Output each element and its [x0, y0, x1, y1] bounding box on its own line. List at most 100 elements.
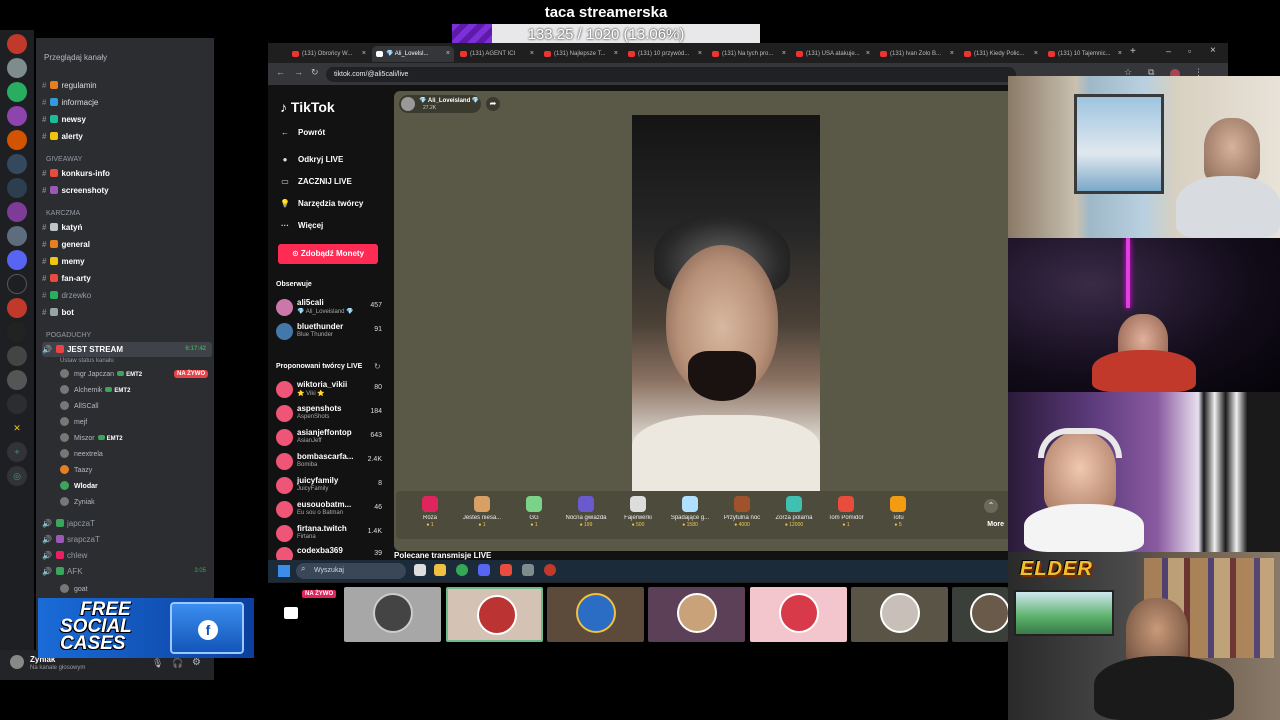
close-icon[interactable]: × — [866, 46, 870, 62]
taskbar-search[interactable]: Wyszukaj — [296, 563, 406, 579]
close-icon[interactable]: × — [362, 46, 366, 62]
voice-user[interactable]: mgr Japczan EMT2 — [60, 369, 142, 381]
refresh-icon[interactable]: ↻ — [374, 362, 381, 371]
avatar[interactable] — [10, 655, 24, 669]
browser-tab[interactable]: (131) Kiedy Polic... × — [960, 46, 1042, 62]
chat-icon[interactable] — [284, 607, 298, 619]
nav-more[interactable]: ··· Więcej — [278, 221, 323, 230]
address-bar[interactable]: tiktok.com/@ali5cali/live — [326, 67, 1016, 82]
server-icon[interactable] — [7, 82, 27, 102]
browser-tab[interactable]: (131) Ivan Zolo B... × — [876, 46, 958, 62]
close-icon[interactable]: × — [614, 46, 618, 62]
stream-card[interactable] — [851, 587, 948, 642]
voice-user[interactable]: goat — [60, 584, 88, 596]
following-creator[interactable]: bluethunder Blue Thunder 91 — [276, 321, 382, 343]
windows-start-icon[interactable] — [278, 565, 290, 577]
suggested-creator[interactable]: eusouobatm... Eu sou o Batman 46 — [276, 499, 382, 521]
gift-item[interactable]: Tofu ● 5 — [870, 496, 926, 528]
stream-card[interactable] — [344, 587, 441, 642]
channel-status[interactable]: Ustaw status kanału — [60, 355, 114, 367]
gift-item[interactable]: Róża ● 1 — [402, 496, 458, 528]
voice-channel-japczat[interactable]: 🔊 japczaT — [42, 516, 212, 531]
voice-user[interactable]: Wlodar — [60, 481, 98, 493]
channel-memy[interactable]: # memy — [42, 254, 212, 269]
server-icon[interactable] — [7, 274, 27, 294]
share-icon[interactable]: ➦ — [486, 97, 500, 111]
gift-item[interactable]: Fajerwerki ● 500 — [610, 496, 666, 528]
voice-user[interactable]: Alchemik EMT2 — [60, 385, 130, 397]
server-icon[interactable] — [7, 226, 27, 246]
channel-general[interactable]: # general — [42, 237, 212, 252]
channel-newsy[interactable]: # newsy — [42, 112, 212, 127]
channel-alerty[interactable]: # alerty — [42, 129, 212, 144]
channel-bot[interactable]: # bot — [42, 305, 212, 320]
voice-user[interactable]: mejf — [60, 417, 87, 429]
folder-icon[interactable] — [434, 564, 446, 576]
maximize-icon[interactable]: ▫ — [1188, 46, 1191, 56]
voice-user[interactable]: neextrela — [60, 449, 103, 461]
suggested-creator[interactable]: codexba369 39 — [276, 545, 382, 561]
discord-icon[interactable] — [478, 564, 490, 576]
stream-card[interactable] — [750, 587, 847, 642]
close-icon[interactable]: × — [1118, 46, 1122, 62]
suggested-creator[interactable]: wiktoria_vikii ⭐ Viki ⭐ 80 — [276, 379, 382, 401]
server-icon[interactable] — [7, 58, 27, 78]
voice-user[interactable]: Zyniak — [60, 497, 95, 509]
server-icon[interactable] — [7, 106, 27, 126]
channel-regulamin[interactable]: # regulamin — [42, 78, 212, 93]
nav-discover-live[interactable]: ● Odkryj LIVE — [278, 155, 344, 164]
stream-card-selected[interactable] — [446, 587, 543, 642]
browser-tab[interactable]: (131) 10 przywód... × — [624, 46, 706, 62]
headphones-icon[interactable]: 🎧 — [172, 658, 183, 669]
server-icon[interactable] — [7, 346, 27, 366]
get-coins-button[interactable]: ⊙ Zdobądź Monety — [278, 244, 378, 264]
reload-icon[interactable]: ↻ — [311, 67, 319, 78]
voice-channel-afk[interactable]: 🔊 AFK 3:05 — [42, 564, 212, 579]
gift-item[interactable]: Zorza polarna ● 12000 — [766, 496, 822, 528]
voice-user[interactable]: Taazy — [60, 465, 92, 477]
browse-channels-link[interactable]: Przeglądaj kanały — [44, 53, 107, 62]
server-icon[interactable] — [7, 394, 27, 414]
chevron-up-icon[interactable]: ⌃ — [984, 499, 998, 513]
browser-tab[interactable]: (131) Na tych pro... × — [708, 46, 790, 62]
more-gifts-button[interactable]: More — [987, 521, 1004, 528]
voice-channel-chlew[interactable]: 🔊 chlew — [42, 548, 212, 563]
channel-drzewko[interactable]: # drzewko — [42, 288, 212, 303]
suggested-creator[interactable]: firtana.twitch Firtana 1.4K — [276, 523, 382, 545]
close-icon[interactable]: × — [530, 46, 534, 62]
server-icon[interactable] — [7, 202, 27, 222]
gift-item[interactable]: Jesteś niesa... ● 1 — [454, 496, 510, 528]
live-video[interactable] — [632, 115, 820, 493]
new-tab-icon[interactable]: + — [1130, 46, 1136, 57]
app-icon[interactable] — [544, 564, 556, 576]
close-icon[interactable]: × — [950, 46, 954, 62]
forward-icon[interactable]: → — [294, 67, 303, 77]
task-view-icon[interactable] — [414, 564, 426, 576]
stream-card[interactable] — [547, 587, 644, 642]
nav-start-live[interactable]: ▭ ZACZNIJ LIVE — [278, 177, 352, 186]
server-icon[interactable] — [7, 130, 27, 150]
category-karczma[interactable]: KARCZMA — [46, 210, 80, 217]
server-icon[interactable] — [7, 322, 27, 342]
tiktok-logo[interactable]: ♪ TikTok — [280, 99, 335, 115]
app-icon[interactable] — [500, 564, 512, 576]
chrome-icon[interactable] — [456, 564, 468, 576]
voice-user[interactable]: AllSCall — [60, 401, 99, 413]
server-icon[interactable] — [7, 298, 27, 318]
minimize-icon[interactable]: – — [1166, 46, 1171, 56]
channel-konkurs-info[interactable]: # konkurs-info — [42, 166, 212, 181]
voice-user[interactable]: Miszor EMT2 — [60, 433, 123, 445]
suggested-creator[interactable]: bombascarfa... Bomiba 2.4K — [276, 451, 382, 473]
close-icon[interactable]: × — [698, 46, 702, 62]
suggested-creator[interactable]: juicyfamily JuicyFamily 8 — [276, 475, 382, 497]
gift-item[interactable]: Przytulna noc ● 4000 — [714, 496, 770, 528]
stream-card[interactable] — [952, 587, 1010, 642]
category-giveaway[interactable]: GIVEAWAY — [46, 156, 82, 163]
server-icon[interactable]: ✕ — [7, 418, 27, 438]
browser-tab[interactable]: (131) Najlepsze T... × — [540, 46, 622, 62]
close-window-icon[interactable]: × — [1210, 45, 1216, 56]
close-icon[interactable]: × — [1034, 46, 1038, 62]
channel-screenshoty[interactable]: # screenshoty — [42, 183, 212, 198]
add-server-icon[interactable]: + — [7, 442, 27, 462]
suggested-creator[interactable]: asianjeffontop AsianJeff 643 — [276, 427, 382, 449]
